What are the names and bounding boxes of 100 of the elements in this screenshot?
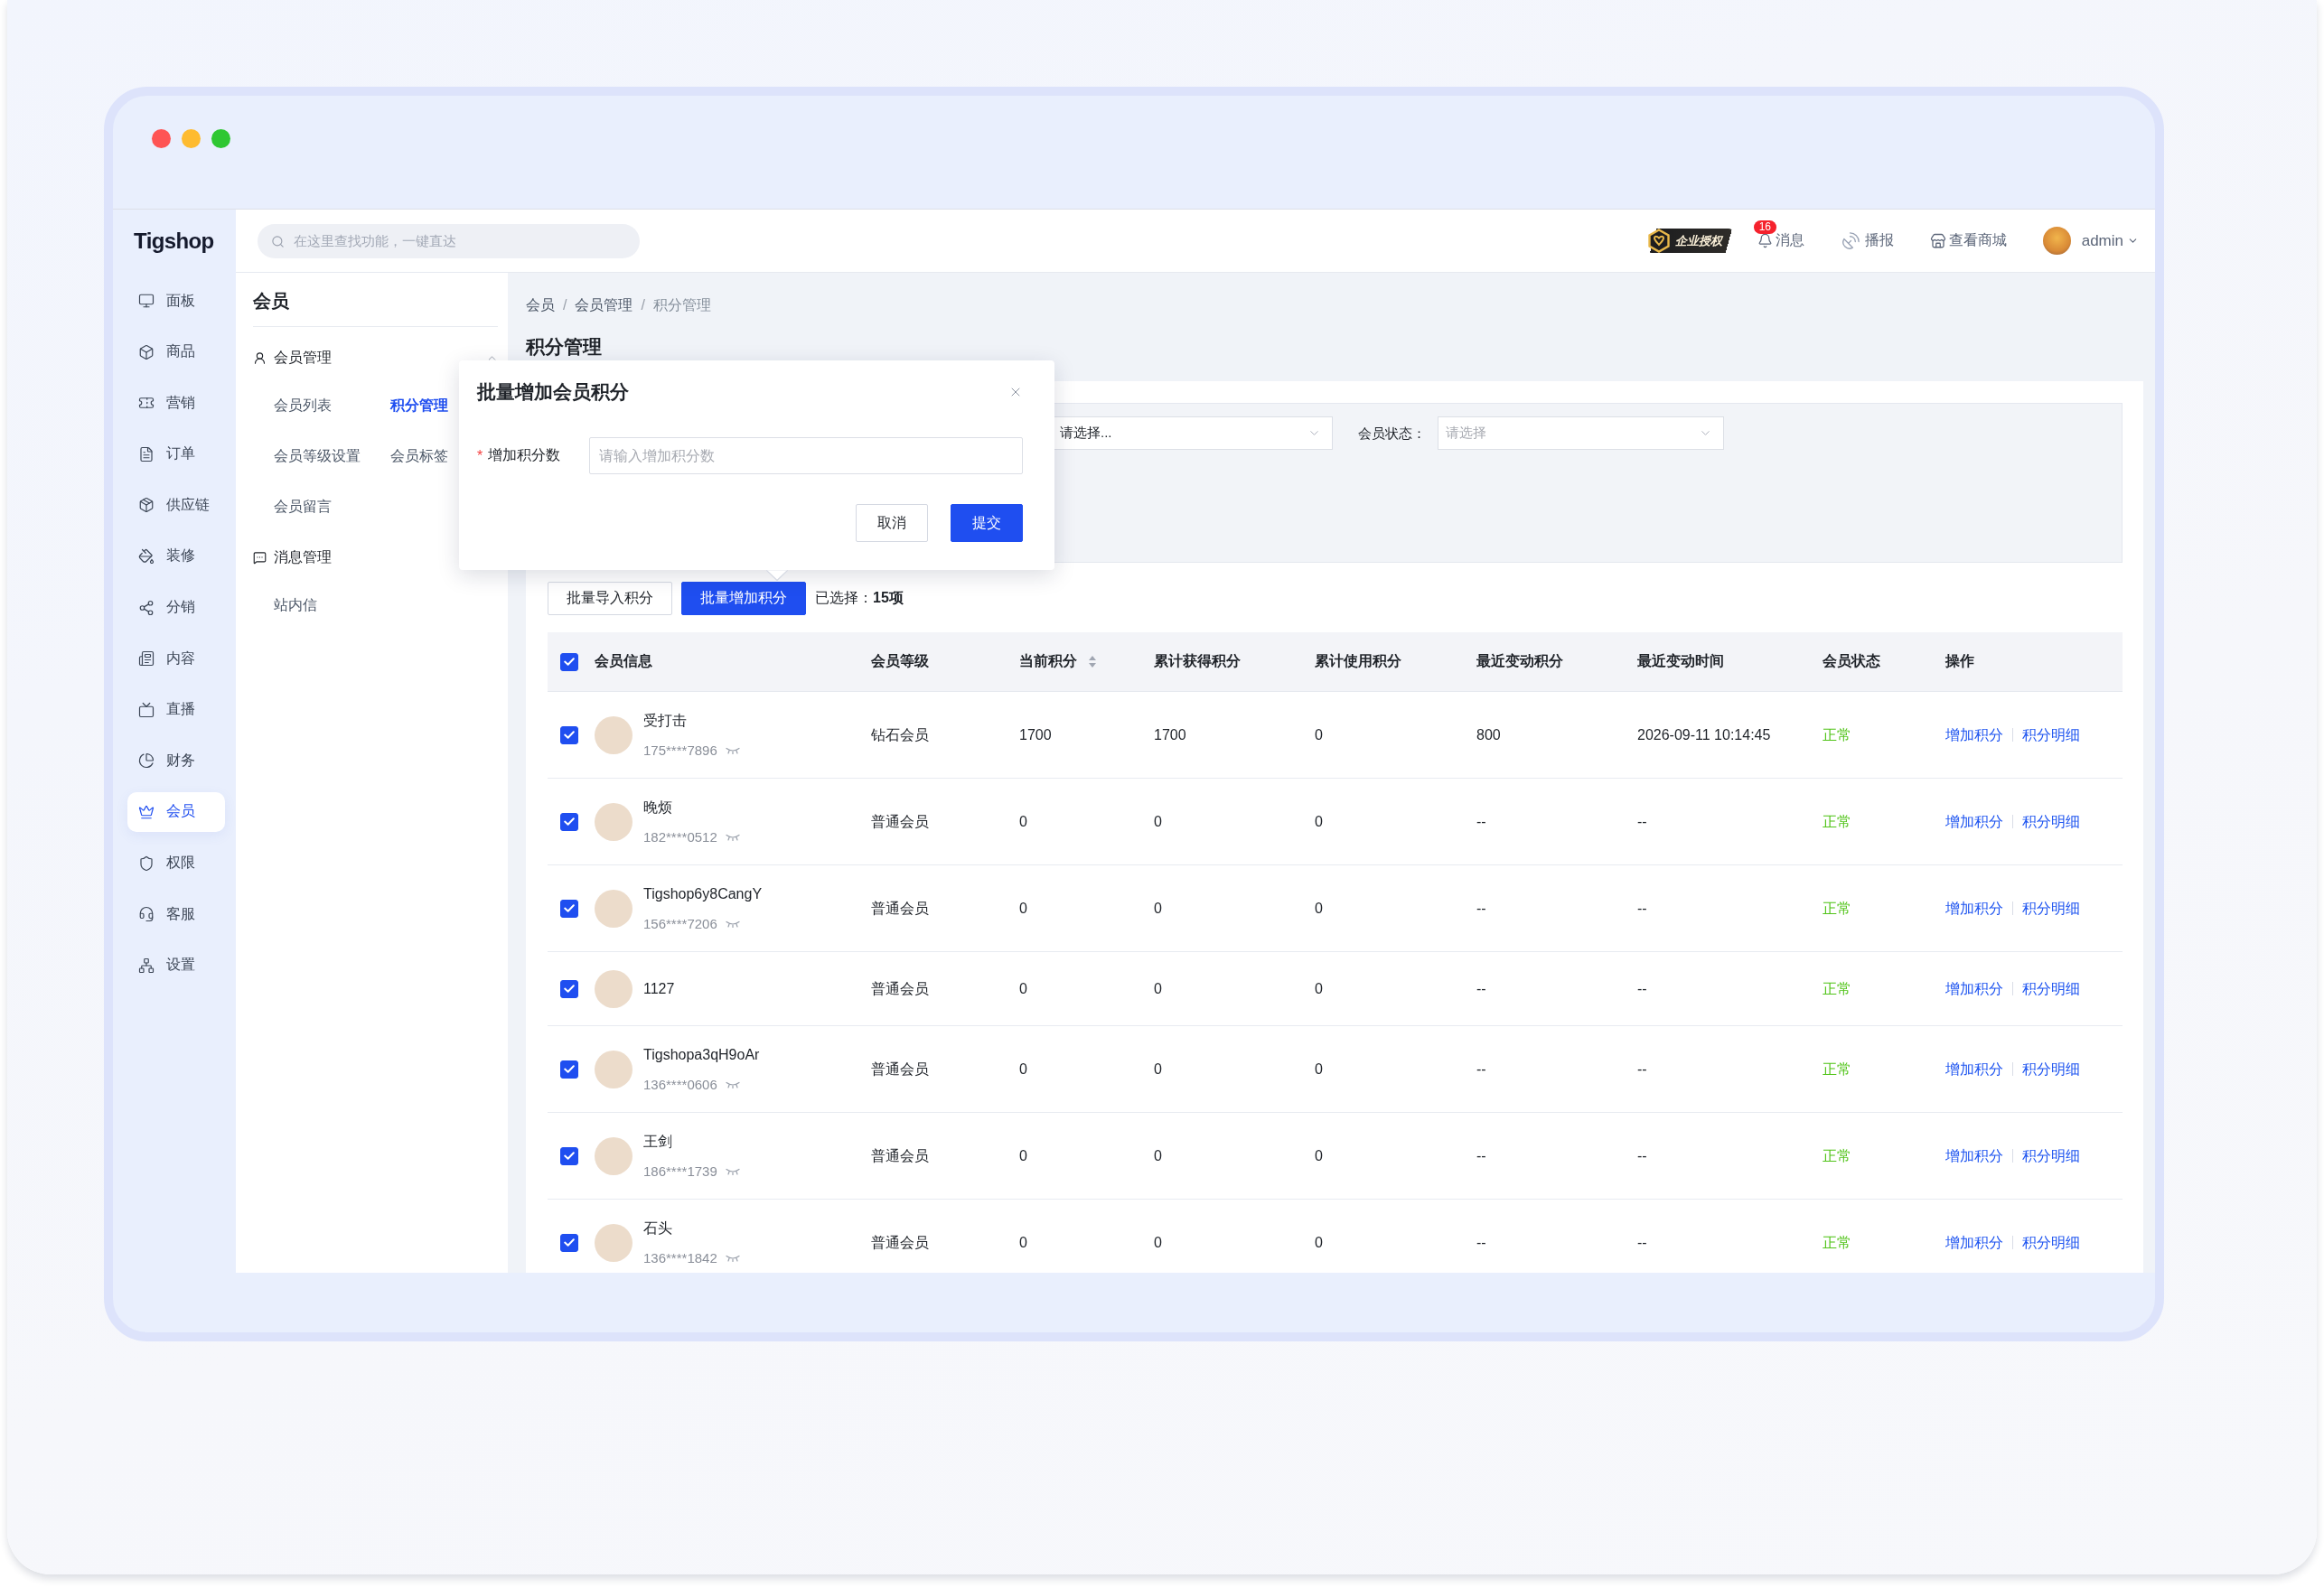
checkbox[interactable] — [560, 899, 578, 918]
nav-item[interactable]: 内容 — [127, 639, 225, 679]
cube-icon — [138, 343, 155, 360]
maximize-button[interactable] — [211, 129, 230, 148]
breadcrumb-item[interactable]: 会员管理 — [575, 294, 633, 316]
checkbox[interactable] — [560, 1146, 578, 1165]
nav-item[interactable]: 面板 — [127, 281, 225, 321]
avatar-placeholder — [595, 1223, 633, 1262]
submenu-item[interactable]: 站内信 — [274, 594, 317, 616]
checkbox[interactable] — [560, 1060, 578, 1079]
nav-item[interactable]: 营销 — [127, 383, 225, 424]
nav-item[interactable]: 商品 — [127, 332, 225, 372]
action-link[interactable]: 增加积分 — [1945, 724, 2003, 746]
monitor-icon — [138, 293, 155, 309]
closed-eye-icon[interactable] — [725, 920, 740, 928]
dialog-button[interactable]: 提交 — [951, 504, 1023, 542]
document-icon — [138, 445, 155, 462]
nav-item[interactable]: 装修 — [127, 536, 225, 576]
table-cell-text: 0 — [1154, 979, 1162, 998]
closed-eye-icon[interactable] — [725, 833, 740, 841]
menu-group-toggle[interactable]: 消息管理 — [253, 546, 498, 568]
nav-item[interactable]: 直播 — [127, 689, 225, 730]
action-link[interactable]: 积分明细 — [2022, 1231, 2080, 1254]
column-header: 累计使用积分 — [1315, 652, 1401, 670]
closed-eye-icon[interactable] — [725, 746, 740, 754]
nav-item[interactable]: 订单 — [127, 434, 225, 474]
table-cell-text: 0 — [1154, 899, 1162, 918]
table-cell-text: -- — [1637, 979, 1647, 998]
action-link[interactable]: 增加积分 — [1945, 977, 2003, 1000]
select-field[interactable]: 请选择... — [1052, 416, 1333, 450]
status-label: 正常 — [1823, 812, 1851, 831]
table-cell-text: 0 — [1315, 725, 1323, 744]
table-cell-text: 0 — [1315, 899, 1323, 918]
toolbar-button[interactable]: 批量导入积分 — [548, 582, 672, 615]
action-link[interactable]: 积分明细 — [2022, 810, 2080, 833]
bell-icon — [1757, 233, 1773, 248]
submenu-item[interactable]: 会员标签 — [390, 445, 448, 467]
breadcrumb-item[interactable]: 会员 — [526, 294, 555, 316]
nav-item[interactable]: 权限 — [127, 843, 225, 883]
member-phone: 175****7896 — [643, 741, 717, 760]
store-icon — [1929, 232, 1946, 249]
license-badge[interactable]: 企业授权 — [1647, 229, 1732, 253]
input-field[interactable]: 请输入增加积分数 — [589, 437, 1023, 474]
table-cell-text: -- — [1637, 1233, 1647, 1252]
action-link[interactable]: 增加积分 — [1945, 1058, 2003, 1080]
action-link[interactable]: 积分明细 — [2022, 1058, 2080, 1080]
column-header: 累计获得积分 — [1154, 652, 1241, 670]
action-link[interactable]: 积分明细 — [2022, 724, 2080, 746]
checkbox[interactable] — [560, 652, 578, 671]
minimize-button[interactable] — [182, 129, 201, 148]
nav-item[interactable]: 财务 — [127, 741, 225, 781]
nav-item[interactable]: 供应链 — [127, 485, 225, 526]
submenu-item[interactable]: 会员等级设置 — [274, 445, 361, 467]
hierarchy-icon — [138, 957, 155, 974]
checkmark-icon — [564, 985, 575, 993]
checkbox[interactable] — [560, 812, 578, 831]
table-cell-text: 0 — [1019, 812, 1027, 831]
submenu-item[interactable]: 会员留言 — [274, 496, 332, 518]
closed-eye-icon[interactable] — [725, 1167, 740, 1175]
checkbox[interactable] — [560, 979, 578, 998]
nav-item[interactable]: 设置 — [127, 945, 225, 985]
nav-item[interactable]: 客服 — [127, 894, 225, 935]
action-link[interactable]: 积分明细 — [2022, 977, 2080, 1000]
action-link[interactable]: 增加积分 — [1945, 1144, 2003, 1167]
checkbox[interactable] — [560, 725, 578, 744]
submenu-item[interactable]: 会员列表 — [274, 395, 332, 416]
member-name: 石头 — [643, 1219, 673, 1238]
search-field[interactable]: 在这里查找功能，一键直达 — [258, 223, 640, 258]
action-link[interactable]: 积分明细 — [2022, 897, 2080, 920]
close-button[interactable] — [152, 129, 171, 148]
action-link[interactable]: 增加积分 — [1945, 810, 2003, 833]
checkbox[interactable] — [560, 1233, 578, 1252]
checkmark-icon — [564, 1152, 575, 1160]
menu-group-toggle[interactable]: 会员管理 — [253, 347, 498, 369]
action-link[interactable]: 积分明细 — [2022, 1144, 2080, 1167]
broadcast-button[interactable]: 播报 — [1840, 229, 1894, 252]
closed-eye-icon[interactable] — [725, 1080, 740, 1088]
dialog-button[interactable]: 取消 — [856, 504, 928, 542]
avatar-placeholder — [595, 802, 633, 841]
view-shop-button[interactable]: 查看商城 — [1929, 229, 2007, 252]
table-cell-text: -- — [1637, 1060, 1647, 1079]
column-header: 会员信息 — [595, 652, 652, 670]
person-icon — [253, 350, 267, 365]
nav-item[interactable]: 分销 — [127, 587, 225, 628]
member-name: Tigshop6y8CangY — [643, 884, 763, 903]
nav-item[interactable]: 会员 — [127, 791, 225, 832]
member-phone: 186****1739 — [643, 1162, 717, 1181]
table-cell-text: 2026-09-11 10:14:45 — [1637, 725, 1771, 744]
avatar-placeholder — [595, 889, 633, 928]
toolbar-button[interactable]: 批量增加积分 — [681, 582, 806, 615]
submenu-title: 会员 — [253, 290, 290, 313]
sort-icon[interactable] — [1089, 656, 1096, 668]
breadcrumb-separator: / — [641, 296, 645, 314]
table-cell-text: 0 — [1315, 1233, 1323, 1252]
action-link[interactable]: 增加积分 — [1945, 1231, 2003, 1254]
submenu-item[interactable]: 积分管理 — [390, 395, 448, 416]
table-cell-text: 钻石会员 — [871, 725, 929, 744]
action-link[interactable]: 增加积分 — [1945, 897, 2003, 920]
closed-eye-icon[interactable] — [725, 1254, 740, 1262]
user-menu-button[interactable]: admin — [2042, 229, 2139, 252]
